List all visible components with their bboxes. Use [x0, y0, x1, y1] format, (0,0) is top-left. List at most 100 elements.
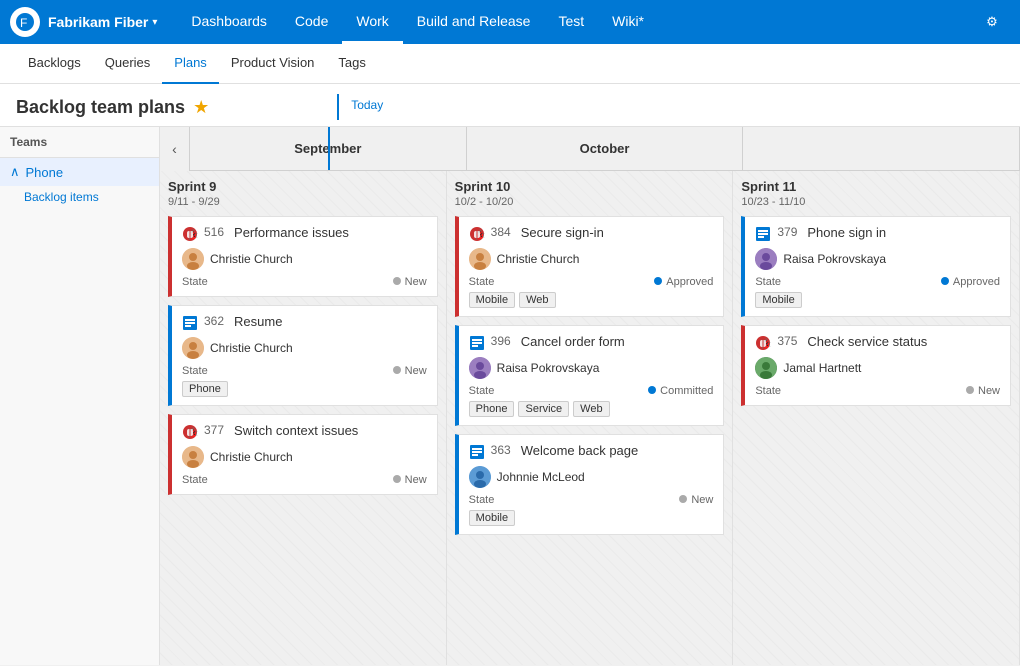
sidebar: Teams ∧ Phone Backlog items	[0, 127, 160, 665]
card-tags: PhoneServiceWeb	[469, 401, 714, 417]
work-card-2-0[interactable]: 379 Phone sign in Raisa Pokrovskaya Stat…	[741, 216, 1011, 317]
assignee-name: Christie Church	[210, 341, 293, 355]
favorite-star-icon[interactable]: ★	[193, 97, 209, 118]
card-title: Switch context issues	[234, 423, 358, 438]
card-state-row: State New	[755, 385, 1000, 397]
tag[interactable]: Service	[518, 401, 569, 417]
card-assignee-row: Christie Church	[182, 248, 427, 270]
tag[interactable]: Web	[573, 401, 609, 417]
assignee-name: Raisa Pokrovskaya	[783, 252, 886, 266]
today-button[interactable]: Today	[351, 94, 383, 116]
sprint-dates-1: 10/2 - 10/20	[455, 196, 725, 208]
avatar	[182, 337, 204, 359]
card-assignee-row: Christie Church	[182, 337, 427, 359]
card-assignee-row: Raisa Pokrovskaya	[469, 357, 714, 379]
card-num: 363	[491, 443, 511, 457]
work-card-1-2[interactable]: 363 Welcome back page Johnnie McLeod Sta…	[455, 434, 725, 535]
tag[interactable]: Mobile	[469, 292, 515, 308]
card-num: 396	[491, 334, 511, 348]
story-icon	[469, 444, 485, 460]
card-title: Resume	[234, 314, 282, 329]
card-assignee-row: Johnnie McLeod	[469, 466, 714, 488]
avatar	[755, 248, 777, 270]
brand-chevron-icon[interactable]: ▾	[152, 17, 157, 28]
today-line	[328, 127, 330, 170]
card-title-row: 🐞 375 Check service status	[755, 334, 1000, 351]
tag[interactable]: Mobile	[755, 292, 801, 308]
sprint-column-1: Sprint 10 10/2 - 10/20 🐞 384 Secure sign…	[447, 171, 734, 665]
tag[interactable]: Web	[519, 292, 555, 308]
brand-name[interactable]: Fabrikam Fiber	[48, 14, 148, 30]
state-value: New	[679, 494, 713, 506]
sprint-name-1: Sprint 10	[455, 179, 725, 194]
work-card-0-2[interactable]: 🐞 377 Switch context issues Christie Chu…	[168, 414, 438, 495]
sprint-column-0: Sprint 9 9/11 - 9/29 🐞 516 Performance i…	[160, 171, 447, 665]
nav-wiki[interactable]: Wiki*	[598, 0, 658, 44]
state-value: Approved	[941, 276, 1000, 288]
card-title-row: 362 Resume	[182, 314, 427, 331]
app-logo[interactable]: F	[10, 7, 40, 37]
card-assignee-row: Christie Church	[182, 446, 427, 468]
page-title-row: Backlog team plans ★ Today	[16, 94, 1004, 120]
state-value: New	[393, 365, 427, 377]
bug-icon: 🐞	[469, 226, 485, 242]
subnav-product-vision[interactable]: Product Vision	[219, 44, 327, 84]
nav-code[interactable]: Code	[281, 0, 342, 44]
work-card-1-1[interactable]: 396 Cancel order form Raisa Pokrovskaya …	[455, 325, 725, 426]
assignee-name: Jamal Hartnett	[783, 361, 861, 375]
card-num: 516	[204, 225, 224, 239]
tag[interactable]: Mobile	[469, 510, 515, 526]
tag[interactable]: Phone	[469, 401, 515, 417]
state-label: State	[755, 276, 781, 288]
state-label: State	[755, 385, 781, 397]
card-tags: Mobile	[469, 510, 714, 526]
nav-build-release[interactable]: Build and Release	[403, 0, 545, 44]
sprint-dates-2: 10/23 - 11/10	[741, 196, 1011, 208]
work-card-0-0[interactable]: 🐞 516 Performance issues Christie Church…	[168, 216, 438, 297]
state-dot	[393, 475, 401, 483]
timeline-area: ‹ September October Sprint 9 9/11 - 9/29…	[160, 127, 1020, 665]
state-label: State	[469, 494, 495, 506]
avatar	[469, 248, 491, 270]
sprint-header-2: Sprint 11 10/23 - 11/10	[741, 179, 1011, 208]
subnav-backlogs[interactable]: Backlogs	[16, 44, 93, 84]
avatar	[182, 446, 204, 468]
timeline-content: Sprint 9 9/11 - 9/29 🐞 516 Performance i…	[160, 171, 1020, 665]
work-card-2-1[interactable]: 🐞 375 Check service status Jamal Hartnet…	[741, 325, 1011, 406]
timeline-month-september: September	[190, 127, 467, 170]
subnav-plans[interactable]: Plans	[162, 44, 219, 84]
avatar	[755, 357, 777, 379]
settings-button[interactable]: ⚙	[974, 4, 1010, 40]
nav-test[interactable]: Test	[544, 0, 598, 44]
subnav-tags[interactable]: Tags	[326, 44, 377, 84]
svg-text:F: F	[20, 16, 27, 30]
nav-work[interactable]: Work	[342, 0, 402, 44]
card-title-row: 🐞 384 Secure sign-in	[469, 225, 714, 242]
subnav-queries[interactable]: Queries	[93, 44, 163, 84]
nav-dashboards[interactable]: Dashboards	[177, 0, 281, 44]
state-value: New	[393, 474, 427, 486]
sidebar-team-item[interactable]: ∧ Phone	[0, 158, 159, 186]
card-state-row: State New	[469, 494, 714, 506]
card-state-row: State New	[182, 276, 427, 288]
sidebar-backlog-link[interactable]: Backlog items	[0, 186, 159, 208]
assignee-name: Christie Church	[497, 252, 580, 266]
assignee-name: Christie Church	[210, 450, 293, 464]
card-title-row: 363 Welcome back page	[469, 443, 714, 460]
tag[interactable]: Phone	[182, 381, 228, 397]
state-dot	[941, 277, 949, 285]
state-label: State	[182, 365, 208, 377]
sprint-name-2: Sprint 11	[741, 179, 1011, 194]
timeline-prev-button[interactable]: ‹	[160, 127, 190, 171]
state-label: State	[469, 385, 495, 397]
card-tags: Phone	[182, 381, 427, 397]
timeline-month-extra	[743, 127, 1020, 170]
card-tags: MobileWeb	[469, 292, 714, 308]
card-num: 375	[777, 334, 797, 348]
sidebar-teams-header: Teams	[0, 127, 159, 158]
bug-icon: 🐞	[182, 424, 198, 440]
work-card-1-0[interactable]: 🐞 384 Secure sign-in Christie Church Sta…	[455, 216, 725, 317]
card-num: 379	[777, 225, 797, 239]
state-value: New	[966, 385, 1000, 397]
work-card-0-1[interactable]: 362 Resume Christie Church State New Pho…	[168, 305, 438, 406]
